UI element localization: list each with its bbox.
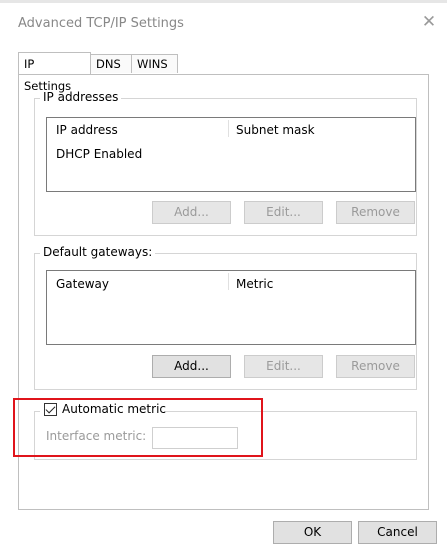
gateway-remove-button[interactable]: Remove: [336, 355, 415, 378]
check-icon: [45, 403, 56, 414]
window-title: Advanced TCP/IP Settings: [18, 16, 184, 31]
interface-metric-input[interactable]: [152, 427, 238, 449]
close-icon[interactable]: ✕: [418, 12, 440, 32]
ok-button[interactable]: OK: [273, 521, 352, 544]
cancel-button[interactable]: Cancel: [358, 521, 437, 544]
ip-edit-button[interactable]: Edit...: [244, 201, 323, 224]
tab-ip-settings[interactable]: IP Settings: [18, 52, 91, 93]
tab-wins[interactable]: WINS: [131, 54, 178, 73]
gateway-add-button[interactable]: Add...: [152, 355, 231, 378]
tab-panel-ip-settings: IP addresses IP address Subnet mask DHCP…: [18, 74, 429, 510]
column-divider: [228, 273, 229, 290]
default-gateways-group-label: Default gateways:: [40, 245, 156, 259]
tab-dns[interactable]: DNS: [90, 54, 132, 73]
default-gateways-list[interactable]: Gateway Metric: [46, 270, 416, 345]
column-header-gateway[interactable]: Gateway: [56, 277, 109, 291]
interface-metric-label: Interface metric:: [46, 429, 147, 443]
automatic-metric-legend: Automatic metric: [40, 402, 166, 418]
ip-addresses-list[interactable]: IP address Subnet mask DHCP Enabled: [46, 117, 416, 192]
gateway-edit-button[interactable]: Edit...: [244, 355, 323, 378]
window-top-edge: [0, 0, 447, 3]
list-item[interactable]: DHCP Enabled: [56, 147, 142, 161]
column-divider: [228, 120, 229, 137]
column-header-metric[interactable]: Metric: [236, 277, 273, 291]
column-header-ip-address[interactable]: IP address: [56, 123, 118, 137]
ip-add-button[interactable]: Add...: [152, 201, 231, 224]
ip-remove-button[interactable]: Remove: [336, 201, 415, 224]
automatic-metric-label[interactable]: Automatic metric: [62, 402, 166, 416]
automatic-metric-checkbox[interactable]: [44, 403, 57, 416]
column-header-subnet-mask[interactable]: Subnet mask: [236, 123, 315, 137]
